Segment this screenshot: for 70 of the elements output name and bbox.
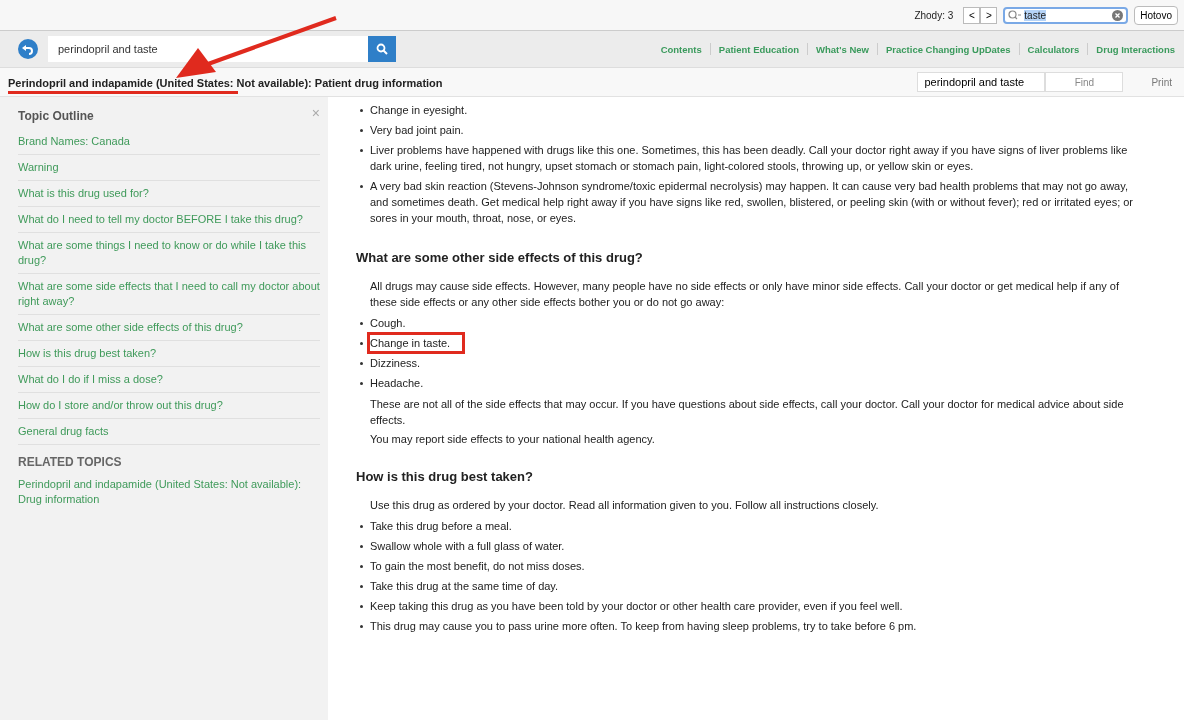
bullet-text: Cough. [369, 316, 407, 331]
bullet-icon [360, 149, 363, 152]
nav-link[interactable]: Drug Interactions [1096, 43, 1175, 55]
outline-link[interactable]: What do I need to tell my doctor BEFORE I take this drug? [18, 207, 320, 233]
bullet-text: Keep taking this drug as you have been told by your doctor or other health care provider, even if you feel well. [369, 599, 904, 614]
outline-link[interactable]: What is this drug used for? [18, 181, 320, 207]
bullet-icon [360, 109, 363, 112]
nav-link[interactable]: Practice Changing UpDates [886, 43, 1011, 55]
bullet-icon [360, 605, 363, 608]
related-link[interactable]: Perindopril and indapamide (United States: Not available): Drug information [18, 477, 320, 507]
bullet-icon [360, 625, 363, 628]
bullet-icon [360, 185, 363, 188]
print-link[interactable]: Print [1151, 76, 1172, 88]
bullet-icon [360, 525, 363, 528]
sidebar-heading: Topic Outline [18, 108, 94, 125]
bullet-text: Change in taste. [367, 332, 466, 354]
bullet-icon [360, 565, 363, 568]
outline-link[interactable]: What are some other side effects of this drug? [18, 315, 320, 341]
paragraph: You may report side effects to your national health agency. [370, 432, 656, 447]
nav-link[interactable]: Patient Education [718, 43, 800, 55]
outline-link[interactable]: Warning [18, 155, 320, 181]
find-field[interactable]: taste [1003, 6, 1129, 24]
outline-link[interactable]: What do I do if I miss a dose? [18, 367, 320, 393]
outline-link[interactable]: What are some side effects that I need to call my doctor about right away? [18, 274, 320, 315]
back-icon[interactable] [18, 39, 38, 59]
find-field[interactable]: perindopril and taste [917, 72, 1046, 92]
bullet-text: Change in eyesight. [369, 103, 469, 118]
section-heading: How is this drug best taken? [356, 469, 534, 485]
close-button[interactable]: × [311, 105, 320, 121]
outline-link[interactable]: How is this drug best taken? [18, 341, 320, 367]
bullet-text: Dizziness. [369, 356, 422, 371]
paragraph: Use this drug as ordered by your doctor. Read all information given to you. Follow all instructions closely. [370, 498, 880, 513]
outline-link[interactable]: Brand Names: Canada [18, 129, 320, 155]
bullet-icon [360, 585, 363, 588]
bullet-icon [360, 322, 363, 325]
bullet-text: A very bad skin reaction (Stevens-Johnson syndrome/toxic epidermal necrolysis) may happen. It can cause very bad health problems that may not go away, and sometimes death. Get medical help right away if you have signs like red, swollen, blistered, or peeling skin (with or without fever); red or irritated eyes; or sores in your mouth, throat, nose, or eyes. [369, 179, 1135, 226]
related-heading: RELATED TOPICS [18, 454, 123, 471]
nav-link[interactable]: Calculators [1027, 43, 1080, 55]
bullet-icon [360, 342, 363, 345]
search-icon [376, 43, 388, 55]
nav-link[interactable]: What's New [816, 43, 869, 55]
bullet-text: Take this drug at the same time of day. [369, 579, 560, 594]
bullet-icon [360, 545, 363, 548]
next-match-button[interactable]: > [980, 6, 998, 24]
outline-link[interactable]: General drug facts [18, 419, 320, 445]
bullet-text: Very bad joint pain. [369, 123, 465, 138]
previous-match-button[interactable]: < [963, 6, 981, 24]
bullet-icon [360, 362, 363, 365]
bullet-text: Swallow whole with a full glass of water. [369, 539, 566, 554]
outline-link[interactable]: How do I store and/or throw out this drug? [18, 393, 320, 419]
search-icon [1008, 10, 1023, 20]
bullet-text: This drug may cause you to pass urine more often. To keep from having sleep problems, try to take before 6 pm. [369, 619, 918, 634]
bullet-icon [360, 382, 363, 385]
page-title: Perindopril and indapamide (United States: Not available): Patient drug information [8, 76, 443, 94]
find-button[interactable]: Find [1045, 72, 1124, 92]
section-heading: What are some other side effects of this drug? [356, 250, 644, 266]
search-field[interactable]: perindopril and taste [48, 36, 368, 62]
paragraph: All drugs may cause side effects. However, many people have no side effects or only have minor side effects. Call your doctor or get medical help if any of these side effects or any other side effects bother you or do not go away: [370, 279, 1120, 310]
search-button[interactable] [368, 36, 396, 62]
clear-icon[interactable] [1112, 9, 1124, 21]
bullet-text: Headache. [369, 376, 425, 391]
outline-link[interactable]: What are some things I need to know or do while I take this drug? [18, 233, 320, 274]
bullet-text: To gain the most benefit, do not miss doses. [369, 559, 586, 574]
done-button[interactable]: Hotovo [1134, 5, 1178, 25]
bullet-text: Liver problems have happened with drugs like this one. Sometimes, this has been deadly. Call your doctor right away if you have signs of liver problems like dark urine, feeling tired, not hungry, upset stomach or stomach pain, light-colored stools, throwing up, or yellow skin or eyes. [369, 143, 1129, 174]
bullet-text: Take this drug before a meal. [369, 519, 513, 534]
paragraph: These are not all of the side effects that may occur. If you have questions about side effects, call your doctor. Call your doctor for medical advice about side effects. [370, 397, 1125, 428]
bullet-icon [360, 129, 363, 132]
match-count: Zhody: 3 [914, 9, 954, 21]
nav-link[interactable]: Contents [660, 43, 702, 55]
